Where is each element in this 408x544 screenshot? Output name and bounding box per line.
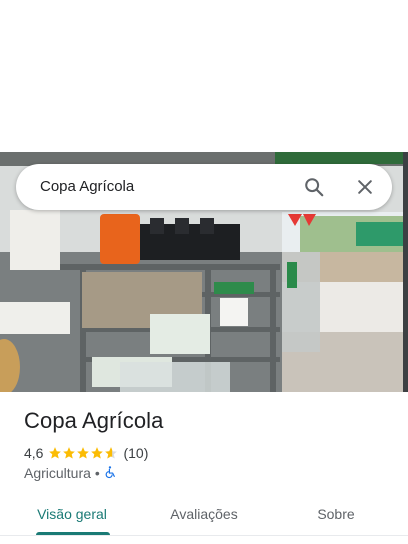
separator: •	[94, 465, 100, 481]
rating-value: 4,6	[24, 445, 44, 461]
close-icon[interactable]	[349, 171, 381, 203]
star-icon	[77, 447, 90, 459]
rating-stars	[48, 446, 118, 460]
star-icon	[63, 447, 76, 459]
tabs-divider	[0, 535, 408, 536]
star-icon	[91, 447, 104, 459]
tab-about[interactable]: Sobre	[296, 492, 376, 536]
category-row: Agricultura •	[24, 464, 117, 482]
tab-reviews[interactable]: Avaliações	[155, 492, 253, 536]
half-star-icon	[105, 447, 118, 459]
wheelchair-icon	[104, 465, 117, 482]
review-count[interactable]: (10)	[123, 445, 148, 461]
photo-scrollbar	[403, 152, 408, 392]
star-icon	[49, 447, 62, 459]
place-category: Agricultura	[24, 465, 91, 481]
place-title: Copa Agrícola	[24, 408, 164, 433]
tab-bar: Visão geral Avaliações Sobre	[0, 492, 408, 538]
search-bar[interactable]: Copa Agrícola	[16, 164, 392, 210]
tab-overview[interactable]: Visão geral	[24, 492, 120, 536]
search-icon[interactable]	[298, 171, 330, 203]
search-query[interactable]: Copa Agrícola	[40, 164, 134, 210]
rating-row[interactable]: 4,6 (10)	[24, 444, 148, 462]
